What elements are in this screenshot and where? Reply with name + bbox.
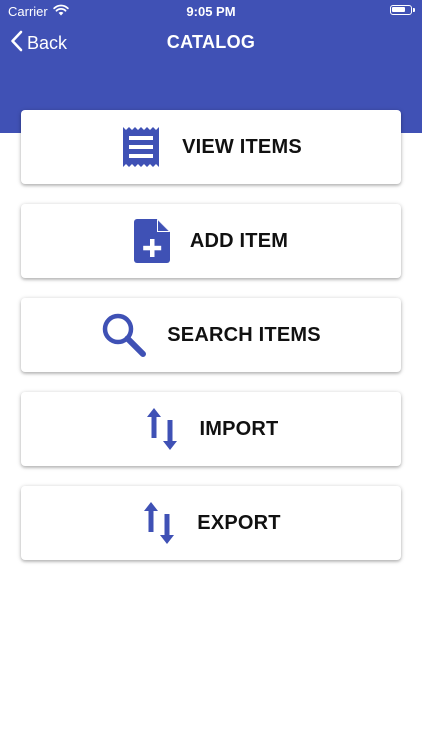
search-items-label: SEARCH ITEMS: [167, 323, 321, 346]
add-item-button[interactable]: ADD ITEM: [21, 204, 401, 278]
navigation-bar: Back CATALOG: [0, 24, 422, 62]
battery-level: [392, 7, 405, 12]
status-time: 9:05 PM: [186, 4, 236, 19]
search-icon: [101, 312, 147, 358]
swap-vertical-icon: [141, 500, 177, 546]
battery-icon: [390, 5, 415, 15]
view-items-label: VIEW ITEMS: [182, 135, 302, 158]
receipt-list-icon: [120, 126, 162, 168]
view-items-button[interactable]: VIEW ITEMS: [21, 110, 401, 184]
search-items-button[interactable]: SEARCH ITEMS: [21, 298, 401, 372]
page-title: CATALOG: [166, 32, 256, 52]
swap-vertical-icon: [144, 406, 180, 452]
import-button[interactable]: IMPORT: [21, 392, 401, 466]
add-item-label: ADD ITEM: [189, 229, 289, 252]
catalog-menu: VIEW ITEMS ADD ITEM SEARCH ITEMS IMPORT …: [21, 110, 401, 580]
export-label: EXPORT: [197, 511, 281, 534]
status-bar: Carrier 9:05 PM: [0, 0, 422, 24]
export-button[interactable]: EXPORT: [21, 486, 401, 560]
file-plus-icon: [133, 219, 170, 263]
import-label: IMPORT: [199, 417, 279, 440]
